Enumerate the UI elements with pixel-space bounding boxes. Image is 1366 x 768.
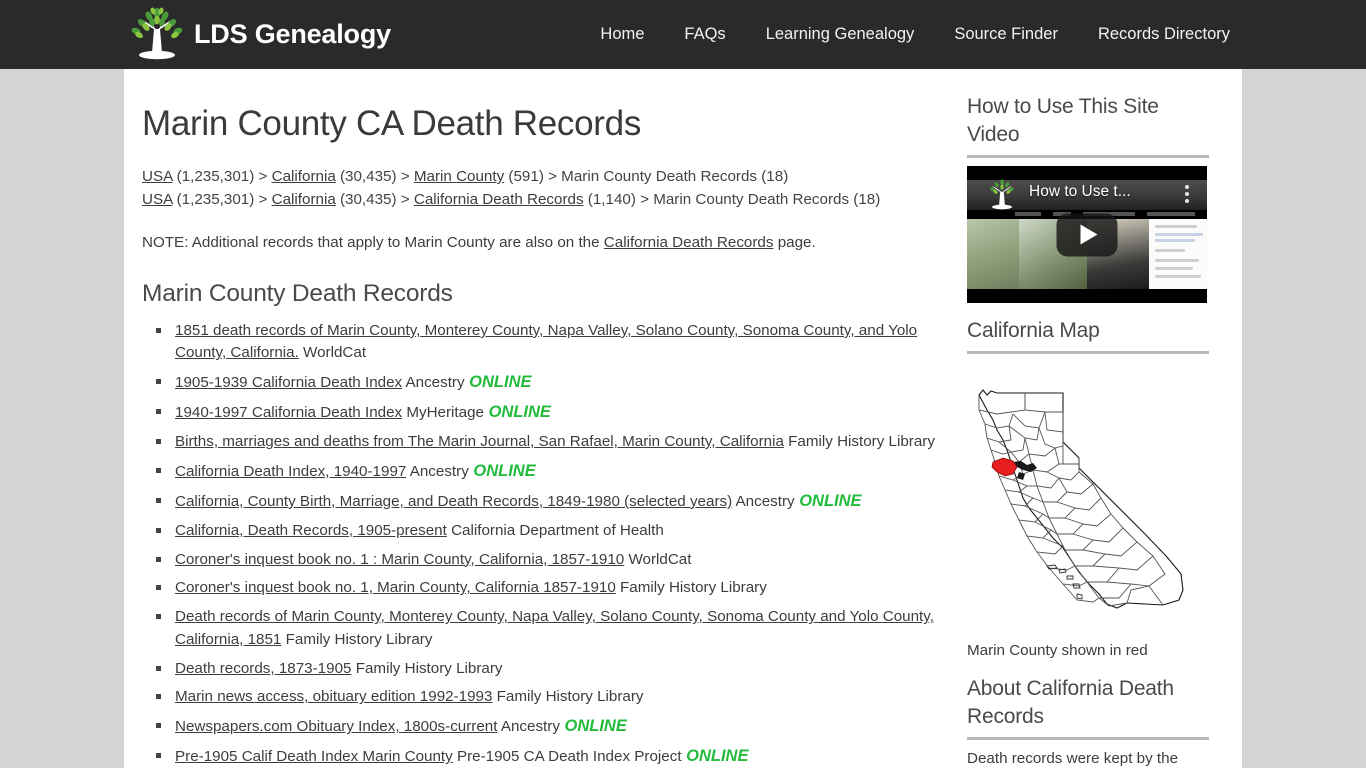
record-list-item: 1851 death records of Marin County, Mont… [156,320,942,365]
site-header: LDS Genealogy Home FAQs Learning Genealo… [0,0,1366,69]
record-list-item: Death records of Marin County, Monterey … [156,606,942,651]
divider [967,155,1209,158]
record-title-link[interactable]: Pre-1905 Calif Death Index Marin County [175,748,453,765]
record-list-item: Coroner's inquest book no. 1, Marin Coun… [156,577,942,599]
record-title-link[interactable]: Newspapers.com Obituary Index, 1800s-cur… [175,718,497,735]
record-list-item: California, County Birth, Marriage, and … [156,490,942,513]
record-source: Family History Library [783,432,935,450]
breadcrumb-link[interactable]: USA [142,168,172,185]
record-list-item: Marin news access, obituary edition 1992… [156,686,942,708]
note-prefix: NOTE: Additional records that apply to M… [142,234,604,251]
video-title: How to Use t... [1029,183,1131,200]
record-source: Family History Library [492,688,644,706]
play-button-icon[interactable] [1056,213,1118,256]
nav-item-home[interactable]: Home [580,25,664,44]
breadcrumb-text: (30,435) > [335,168,414,185]
nav-item-learning-genealogy[interactable]: Learning Genealogy [746,25,935,44]
record-source: Family History Library [351,659,503,677]
record-source: WorldCat [624,550,692,568]
record-title-link[interactable]: 1940-1997 California Death Index [175,404,402,421]
widget-about-california-death-records: About California Death Records Death rec… [967,675,1209,768]
record-title-link[interactable]: California Death Index, 1940-1997 [175,463,406,480]
record-title-link[interactable]: Coroner's inquest book no. 1, Marin Coun… [175,579,616,596]
record-title-link[interactable]: 1905-1939 California Death Index [175,374,402,391]
main-content-column: Marin County CA Death Records USA (1,235… [142,69,942,768]
record-source: Pre-1905 CA Death Index Project [452,748,682,766]
record-list-item: Coroner's inquest book no. 1 : Marin Cou… [156,549,942,571]
breadcrumb-link[interactable]: California [272,191,336,208]
record-title-link[interactable]: Coroner's inquest book no. 1 : Marin Cou… [175,551,624,568]
record-list-item: Pre-1905 Calif Death Index Marin County … [156,745,942,768]
record-title-link[interactable]: California, Death Records, 1905-present [175,522,447,539]
main-navigation: Home FAQs Learning Genealogy Source Find… [580,0,1250,69]
nav-item-source-finder[interactable]: Source Finder [934,25,1078,44]
divider [967,737,1209,740]
breadcrumb-text: (30,435) > [335,190,414,208]
breadcrumb-row-state: USA (1,235,301) > California (30,435) > … [142,189,942,212]
california-county-map-image [967,362,1207,635]
online-badge: ONLINE [484,403,551,422]
breadcrumb-text: (1,235,301) > [172,168,272,185]
breadcrumb-link[interactable]: Marin County [414,168,504,185]
record-source: California Department of Health [446,521,664,539]
record-source: Ancestry [406,462,469,480]
online-badge: ONLINE [468,461,536,480]
breadcrumb-row-county: USA (1,235,301) > California (30,435) > … [142,166,942,189]
record-source: Family History Library [281,630,433,648]
breadcrumb-text: (591) > Marin County Death Records (18) [504,168,789,185]
page-container: Marin County CA Death Records USA (1,235… [124,69,1242,768]
breadcrumb-link[interactable]: USA [142,191,172,208]
breadcrumb-text: (1,235,301) > [172,190,272,208]
record-list-item: Death records, 1873-1905 Family History … [156,658,942,680]
widget-map-title: California Map [967,319,1100,342]
record-title-link[interactable]: California, County Birth, Marriage, and … [175,493,732,510]
breadcrumb-link[interactable]: California [272,168,336,185]
divider [967,351,1209,354]
breadcrumb-link[interactable]: California Death Records [414,191,584,208]
video-player[interactable]: How to Use t... [967,166,1207,303]
page-title: Marin County CA Death Records [142,104,642,143]
record-list-item: 1905-1939 California Death Index Ancestr… [156,371,942,394]
record-list-item: 1940-1997 California Death Index MyHerit… [156,401,942,424]
record-list-item: California Death Index, 1940-1997 Ancest… [156,460,942,483]
record-list-item: California, Death Records, 1905-present … [156,520,942,542]
widget-video-title: How to Use This Site Video [967,95,1159,146]
brand-name: LDS Genealogy [194,19,391,49]
breadcrumb: USA (1,235,301) > California (30,435) > … [142,166,942,211]
online-badge: ONLINE [464,373,532,392]
record-source: Ancestry [402,374,465,392]
record-list-item: Newspapers.com Obituary Index, 1800s-cur… [156,715,942,738]
widget-about-body: Death records were kept by the [967,750,1179,767]
breadcrumb-text: (1,140) > Marin County Death Records (18… [583,190,881,208]
tree-logo-icon [128,7,186,62]
record-title-link[interactable]: Births, marriages and deaths from The Ma… [175,433,784,450]
record-title-link[interactable]: Marin news access, obituary edition 1992… [175,688,492,705]
record-title-link[interactable]: Death records, 1873-1905 [175,660,351,677]
record-source: Ancestry [732,492,795,510]
section-title: Marin County Death Records [142,280,453,307]
widget-video: How to Use This Site Video How to Use t.… [967,93,1209,303]
nav-item-records-directory[interactable]: Records Directory [1078,25,1250,44]
online-badge: ONLINE [794,491,862,510]
brand-home-link[interactable]: LDS Genealogy [128,7,391,62]
note-link-california-death-records[interactable]: California Death Records [604,234,774,251]
records-list: 1851 death records of Marin County, Mont… [142,320,942,768]
note-suffix: page. [773,234,816,251]
record-source: Ancestry [497,718,560,736]
kebab-menu-icon[interactable] [1185,185,1189,206]
record-source: WorldCat [298,344,367,362]
record-source: Family History Library [615,579,767,597]
map-caption: Marin County shown in red [967,642,1148,659]
widget-about-title: About California Death Records [967,677,1174,728]
record-list-item: Births, marriages and deaths from The Ma… [156,431,942,453]
online-badge: ONLINE [681,747,749,766]
record-title-link[interactable]: 1851 death records of Marin County, Mont… [175,322,917,361]
online-badge: ONLINE [559,717,627,736]
note-text: NOTE: Additional records that apply to M… [142,232,942,254]
record-source: MyHeritage [402,404,484,422]
nav-item-faqs[interactable]: FAQs [664,25,745,44]
widget-california-map: California Map Marin County shown in red [967,317,1209,661]
sidebar: How to Use This Site Video How to Use t.… [967,93,1209,768]
